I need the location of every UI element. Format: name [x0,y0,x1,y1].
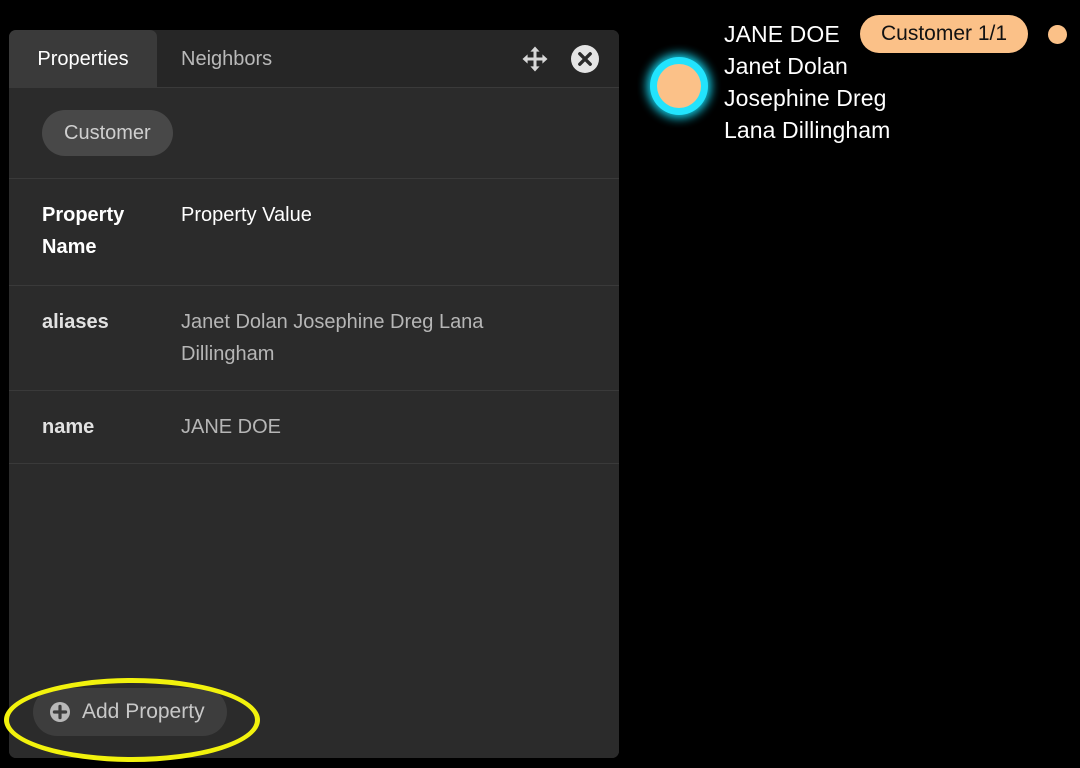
property-name-aliases: aliases [42,311,109,333]
node-label-chip-customer[interactable]: Customer [42,110,173,156]
node-circle-icon [657,64,701,108]
add-property-label: Add Property [82,700,205,723]
node-label-line-4: Lana Dillingham [724,117,891,143]
table-header-row: Property Name Property Value [9,179,619,286]
panel-tab-bar: Properties Neighbors [9,30,619,88]
table-row[interactable]: name JANE DOE [9,391,619,464]
node-type-badge[interactable]: Customer 1/1 [860,15,1029,53]
close-panel-icon[interactable] [569,43,601,75]
app-root: JANE DOE Janet Dolan Josephine Dreg Lana… [0,0,1080,768]
property-name-name: name [42,416,95,438]
column-header-property-value: Property Value [181,204,312,226]
property-value-aliases: Janet Dolan Josephine Dreg Lana Dillingh… [181,311,484,365]
tab-properties[interactable]: Properties [9,30,157,88]
property-table: Property Name Property Value aliases Jan… [9,179,619,666]
node-type-color-dot-icon [1048,25,1067,44]
property-panel: Properties Neighbors Customer Property N… [9,30,619,758]
tab-neighbors[interactable]: Neighbors [157,30,296,88]
plus-circle-icon [49,701,71,723]
node-label-line-3: Josephine Dreg [724,85,887,111]
node-label-line-2: Janet Dolan [724,53,848,79]
add-property-button[interactable]: Add Property [33,688,227,736]
move-panel-icon[interactable] [519,43,551,75]
panel-header-actions [519,30,601,88]
panel-footer: Add Property [9,666,619,758]
node-label-chip-row: Customer [9,88,619,179]
graph-node-jane-doe[interactable] [645,47,713,125]
column-header-property-name: Property Name [42,204,125,258]
property-value-name: JANE DOE [181,416,282,438]
table-row[interactable]: aliases Janet Dolan Josephine Dreg Lana … [9,286,619,391]
